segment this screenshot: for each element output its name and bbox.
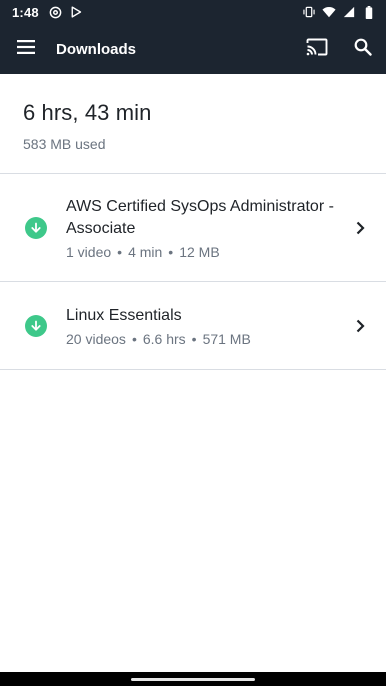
system-nav-bar — [0, 672, 386, 686]
storage-used: 583 MB used — [23, 136, 106, 152]
list-item-text: Linux Essentials 20 videos • 6.6 hrs • 571 M… — [66, 305, 336, 347]
battery-icon — [362, 5, 376, 19]
chevron-right-icon — [354, 319, 366, 333]
meta-separator: • — [168, 243, 174, 260]
cast-button[interactable] — [294, 24, 340, 74]
course-title: Linux Essentials — [66, 306, 182, 324]
app-bar: Downloads — [0, 24, 386, 74]
download-list: AWS Certified SysOps Administrator - Ass… — [0, 174, 386, 370]
status-time: 1:48 — [12, 4, 39, 20]
play-store-icon — [69, 5, 83, 19]
page-title: Downloads — [56, 40, 137, 58]
menu-button[interactable] — [0, 24, 52, 74]
video-count: 1 video — [66, 243, 112, 260]
course-size: 571 MB — [202, 330, 251, 347]
list-item-text: AWS Certified SysOps Administrator - Ass… — [66, 196, 336, 260]
list-item[interactable]: Linux Essentials 20 videos • 6.6 hrs • 571 M… — [0, 282, 386, 370]
video-count: 20 videos — [66, 330, 126, 347]
meta-separator: • — [131, 330, 137, 347]
list-item[interactable]: AWS Certified SysOps Administrator - Ass… — [0, 174, 386, 282]
course-size: 12 MB — [179, 243, 220, 260]
app-bar-actions — [294, 24, 386, 74]
downloaded-icon — [25, 216, 47, 239]
vibrate-icon — [302, 5, 316, 19]
signal-icon — [342, 5, 356, 19]
course-meta: 20 videos • 6.6 hrs • 571 MB — [66, 331, 336, 347]
search-icon — [354, 38, 372, 61]
total-download-time: 6 hrs, 43 min — [23, 100, 152, 125]
course-duration: 4 min — [128, 243, 163, 260]
downloaded-icon — [25, 314, 47, 337]
course-meta: 1 video • 4 min • 12 MB — [66, 244, 336, 260]
status-bar: 1:48 — [0, 0, 386, 24]
at-sign-icon — [49, 5, 63, 19]
status-notification-icons — [49, 5, 83, 19]
home-gesture-handle[interactable] — [131, 677, 255, 681]
course-title: AWS Certified SysOps Administrator - Ass… — [66, 197, 334, 237]
chevron-right-icon — [354, 221, 366, 235]
search-button[interactable] — [340, 24, 386, 74]
meta-separator: • — [117, 243, 123, 260]
hamburger-menu-icon — [17, 39, 35, 59]
course-duration: 6.6 hrs — [142, 330, 186, 347]
downloads-summary: 6 hrs, 43 min 583 MB used — [0, 74, 386, 174]
status-system-icons — [302, 5, 376, 19]
wifi-icon — [322, 5, 336, 19]
cast-icon — [306, 38, 328, 61]
meta-separator: • — [191, 330, 197, 347]
